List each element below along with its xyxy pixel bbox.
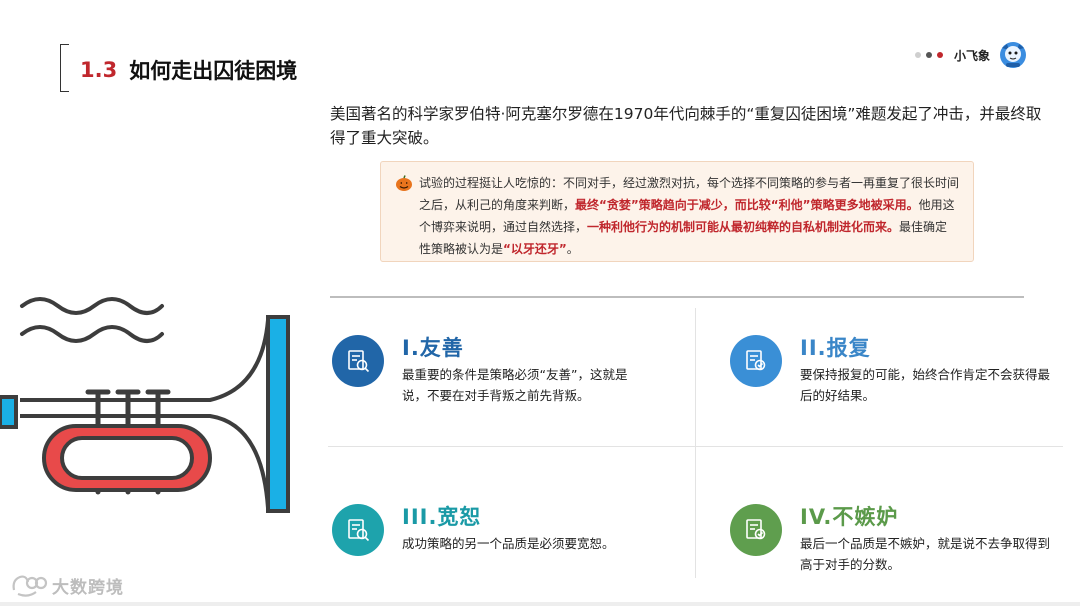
brand-dot	[925, 52, 932, 58]
document-check-icon	[746, 519, 766, 540]
sound-wave	[20, 297, 164, 315]
trumpet-illustration	[0, 297, 290, 513]
card-icon-circle	[332, 504, 384, 556]
brand-name: 小飞象	[953, 48, 990, 63]
note-highlight: 最终“贪婪”策略趋向于减少，而比较“利他”策略更多地被采用。	[575, 198, 919, 212]
card-title: III.宽恕	[402, 505, 482, 529]
sound-wave	[20, 325, 164, 343]
document-search-icon	[348, 350, 370, 373]
document-check-icon	[746, 350, 766, 371]
trumpet-bell	[266, 315, 290, 513]
grid-horizontal-line	[328, 446, 1063, 447]
card-title: I.友善	[402, 336, 464, 360]
note-highlight: “以牙还牙”	[503, 242, 567, 256]
card-icon-circle	[730, 335, 782, 387]
brand-dot	[936, 52, 943, 58]
bottom-bar	[0, 602, 1080, 606]
card-description: 成功策略的另一个品质是必须要宽恕。	[402, 536, 615, 551]
slide: 1.3 如何走出囚徒困境 小飞象 美国著名的科学家罗伯特·阿克塞尔罗德在1970…	[0, 0, 1080, 606]
card-description: 最重要的条件是策略必须“友善”，这就是说，不要在对手背叛之前先背叛。	[402, 367, 628, 403]
note-highlight: 一种利他行为的机制可能从最初纯粹的自私机制进化而来。	[587, 220, 900, 234]
watermark: 大数跨境	[10, 572, 124, 598]
principle-card-forgiveness: III.宽恕 成功策略的另一个品质是必须要宽恕。	[332, 504, 682, 574]
section-title: 如何走出囚徒困境	[129, 59, 298, 83]
section-number: 1.3	[80, 58, 118, 82]
principle-card-retaliation: II.报复 要保持报复的可能，始终合作肯定不会获得最后的好结果。	[730, 335, 1060, 430]
watermark-logo-icon	[12, 575, 48, 597]
trumpet-mouthpiece	[0, 395, 18, 429]
card-title: II.报复	[800, 336, 871, 360]
card-icon-circle	[730, 504, 782, 556]
principle-card-no-envy: IV.不嫉妒 最后一个品质是不嫉妒，就是说不去争取得到高于对手的分数。	[730, 504, 1060, 574]
pumpkin-icon	[396, 175, 412, 191]
principle-card-friendly: I.友善 最重要的条件是策略必须“友善”，这就是说，不要在对手背叛之前先背叛。	[332, 335, 682, 430]
note-text: 。	[566, 242, 579, 256]
elephant-mascot-icon	[1000, 42, 1026, 68]
grid-vertical-line	[695, 308, 696, 578]
section-divider	[330, 296, 1024, 298]
intro-paragraph: 美国著名的科学家罗伯特·阿克塞尔罗德在1970年代向棘手的“重复囚徒困境”难题发…	[330, 105, 1042, 147]
card-icon-circle	[332, 335, 384, 387]
brand-logo: 小飞象	[914, 40, 1028, 70]
card-title: IV.不嫉妒	[800, 505, 899, 529]
note-box: 试验的过程挺让人吃惊的：不同对手，经过激烈对抗，每个选择不同策略的参与者一再重复…	[380, 161, 974, 262]
title-bracket	[60, 44, 69, 92]
document-search-icon	[348, 519, 370, 542]
card-description: 要保持报复的可能，始终合作肯定不会获得最后的好结果。	[800, 367, 1051, 403]
brand-dot	[914, 52, 921, 58]
card-description: 最后一个品质是不嫉妒，就是说不去争取得到高于对手的分数。	[800, 536, 1051, 572]
watermark-text: 大数跨境	[52, 577, 124, 598]
page-title: 1.3 如何走出囚徒困境	[80, 55, 297, 85]
